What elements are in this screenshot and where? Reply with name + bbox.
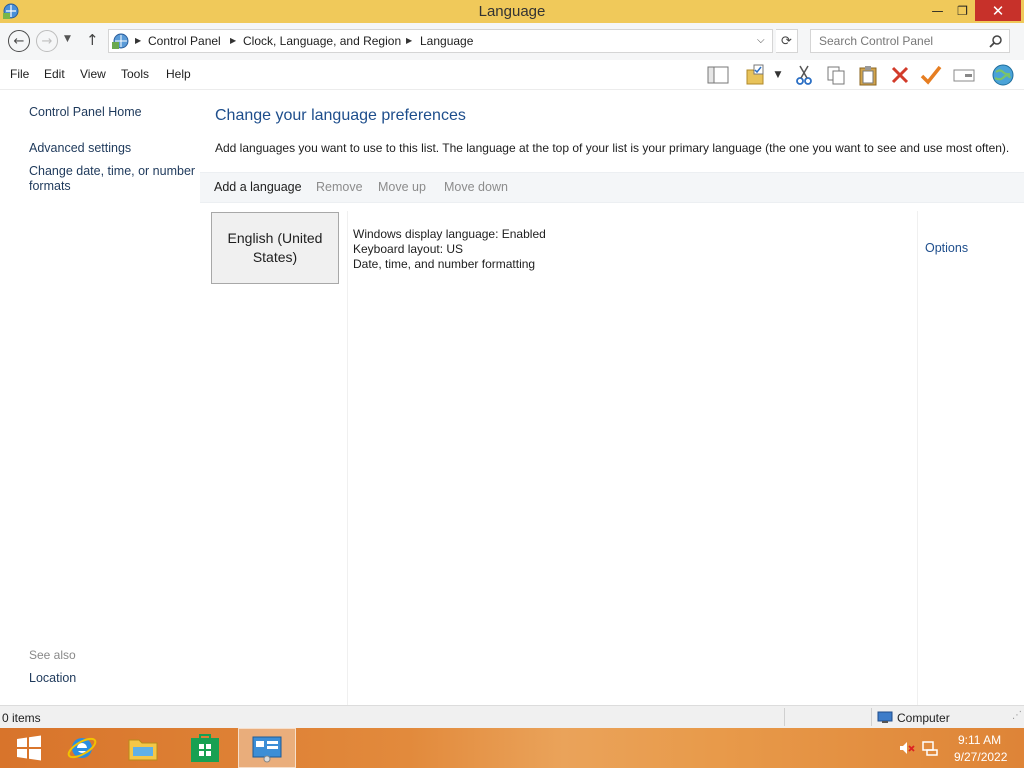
zone-label: Computer: [897, 711, 950, 725]
control-panel-icon: [112, 33, 129, 49]
change-formats-link[interactable]: Change date, time, or number formats: [29, 164, 195, 194]
refresh-button[interactable]: ⟳: [776, 29, 798, 53]
taskbar-internet-explorer[interactable]: [53, 728, 111, 768]
volume-muted-icon[interactable]: [898, 740, 916, 756]
status-divider: [784, 708, 785, 726]
forward-button[interactable]: →: [36, 30, 58, 52]
language-detail-keyboard: Keyboard layout: US: [353, 242, 464, 256]
window-title: Language: [478, 3, 546, 20]
store-icon: [191, 734, 219, 762]
move-up-button[interactable]: Move up: [378, 180, 426, 194]
delete-icon[interactable]: [887, 63, 913, 87]
menu-edit[interactable]: Edit: [44, 67, 65, 81]
network-icon[interactable]: [921, 740, 939, 756]
control-panel-icon: [252, 736, 282, 763]
status-divider: [871, 708, 872, 726]
command-bar: Add a language Remove Move up Move down: [200, 172, 1024, 203]
add-language-button[interactable]: Add a language: [214, 180, 302, 194]
minimize-button[interactable]: —: [925, 0, 950, 21]
breadcrumb-separator-icon[interactable]: ▶: [135, 36, 141, 45]
properties-icon[interactable]: [742, 63, 768, 87]
file-explorer-icon: [128, 739, 158, 761]
clock-time[interactable]: 9:11 AM: [958, 733, 1001, 747]
up-arrow-icon[interactable]: ↑: [86, 31, 99, 49]
left-pane: Control Panel Home Advanced settings Cha…: [0, 90, 200, 705]
control-panel-home-link[interactable]: Control Panel Home: [29, 105, 142, 120]
title-bar: Language — ❐ ✕: [0, 0, 1024, 23]
globe-icon[interactable]: [990, 63, 1016, 87]
paste-icon[interactable]: [855, 63, 881, 87]
menu-file[interactable]: File: [10, 67, 29, 81]
taskbar-file-explorer[interactable]: [114, 728, 172, 768]
address-bar[interactable]: ▶ Control Panel ▶ Clock, Language, and R…: [108, 29, 773, 53]
breadcrumb-control-panel[interactable]: Control Panel: [148, 34, 221, 48]
menu-help[interactable]: Help: [166, 67, 191, 81]
language-detail-display: Windows display language: Enabled: [353, 227, 546, 241]
location-link[interactable]: Location: [29, 671, 76, 686]
resize-grip-icon[interactable]: ⋰: [1012, 710, 1022, 721]
dropdown-icon[interactable]: ▼: [768, 63, 788, 87]
options-link[interactable]: Options: [925, 241, 968, 255]
advanced-settings-link[interactable]: Advanced settings: [29, 141, 131, 156]
menu-bar: File Edit View Tools Help ▼: [0, 60, 1024, 90]
start-icon: [17, 735, 41, 761]
taskbar: [0, 728, 1024, 768]
internet-explorer-icon: [67, 737, 97, 759]
change-formats-line2: formats: [29, 179, 71, 193]
breadcrumb-separator-icon[interactable]: ▶: [230, 36, 236, 45]
start-button[interactable]: [0, 728, 58, 768]
language-tile-english-us[interactable]: English (United States): [211, 212, 339, 284]
page-title: Change your language preferences: [215, 107, 466, 124]
see-also-label: See also: [29, 648, 76, 662]
search-placeholder: Search Control Panel: [819, 34, 934, 48]
item-count: 0 items: [2, 711, 41, 725]
recent-locations-chevron-icon[interactable]: ▼: [64, 34, 71, 44]
page-description: Add languages you want to use to this li…: [215, 141, 1010, 155]
change-formats-line1: Change date, time, or number: [29, 164, 196, 178]
remove-button[interactable]: Remove: [316, 180, 363, 194]
breadcrumb-separator-icon[interactable]: ▶: [406, 36, 412, 45]
menu-tools[interactable]: Tools: [121, 67, 149, 81]
rename-icon[interactable]: [951, 63, 977, 87]
breadcrumb-clock-language-region[interactable]: Clock, Language, and Region: [243, 34, 401, 48]
maximize-button[interactable]: ❐: [950, 0, 975, 21]
column-divider: [917, 211, 918, 705]
menu-view[interactable]: View: [80, 67, 106, 81]
address-row: ← → ▼ ↑ ▶ Control Panel ▶ Clock, Languag…: [0, 23, 1024, 60]
check-icon[interactable]: [918, 63, 944, 87]
cut-icon[interactable]: [791, 63, 817, 87]
column-divider: [347, 211, 348, 705]
taskbar-store[interactable]: [176, 728, 234, 768]
computer-icon: [877, 711, 893, 723]
copy-icon[interactable]: [823, 63, 849, 87]
status-bar: 0 items Computer ⋰: [0, 705, 1024, 728]
back-button[interactable]: ←: [8, 30, 30, 52]
layout-icon[interactable]: [705, 63, 731, 87]
language-detail-formatting: Date, time, and number formatting: [353, 257, 536, 271]
move-down-button[interactable]: Move down: [444, 180, 508, 194]
address-dropdown-icon[interactable]: ⌵: [757, 35, 765, 46]
search-icon[interactable]: [989, 34, 1003, 48]
search-input[interactable]: Search Control Panel: [810, 29, 1010, 53]
breadcrumb-language[interactable]: Language: [420, 34, 473, 48]
clock-date[interactable]: 9/27/2022: [954, 750, 1007, 764]
close-button[interactable]: ✕: [975, 0, 1021, 21]
taskbar-control-panel[interactable]: [238, 728, 296, 768]
